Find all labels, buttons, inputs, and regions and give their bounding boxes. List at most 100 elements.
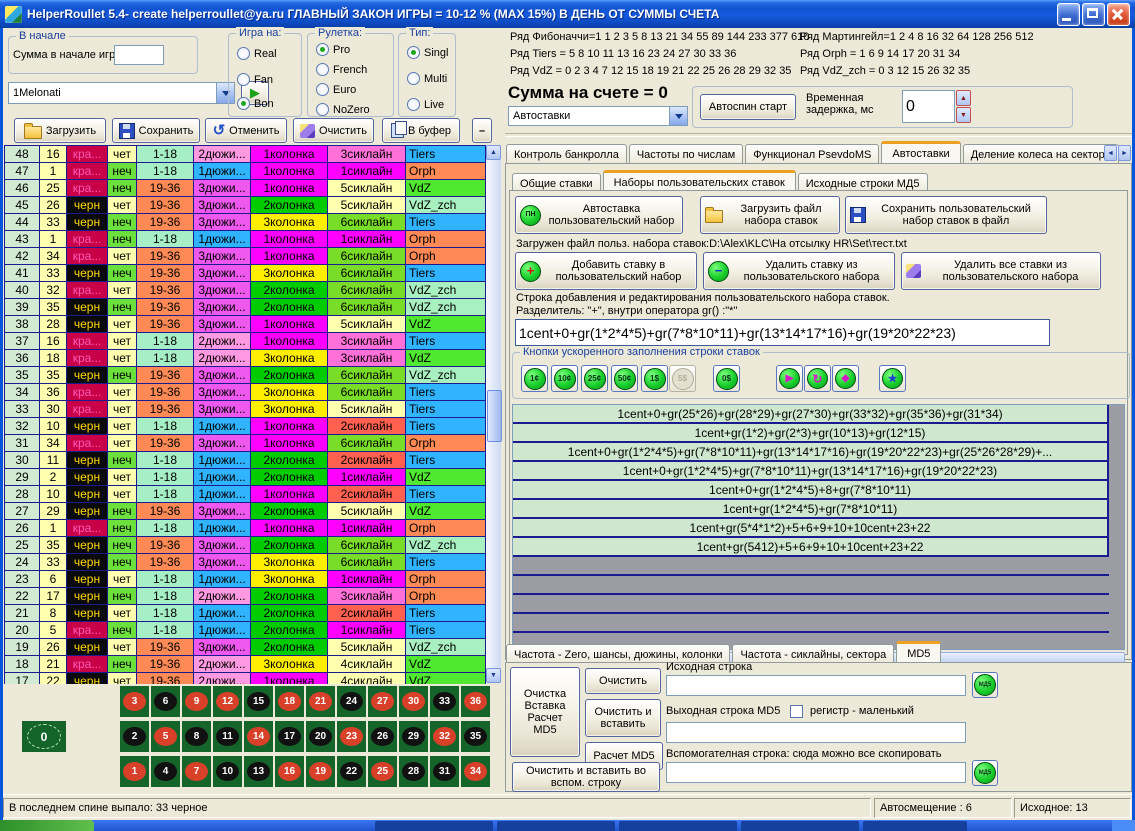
table-row[interactable]: 292чернчет1-181дюжи...2колонка1сиклайнVd… <box>5 469 487 486</box>
board-cell-20[interactable]: 20 <box>306 721 335 752</box>
tab-функционал-psevdoms[interactable]: Функционал PsevdoMS <box>745 144 879 164</box>
bet-list-item[interactable]: 1cent+gr(1*2*4*5)+gr(7*8*10*11) <box>513 500 1109 519</box>
remove-all-bets-button[interactable]: Удалить все ставки из пользовательского … <box>901 252 1101 290</box>
maximize-button[interactable] <box>1082 3 1105 26</box>
table-row[interactable]: 1722чернчет19-362дюжи...1колонка4сиклайн… <box>5 673 487 684</box>
board-cell-21[interactable]: 21 <box>306 686 335 717</box>
register-checkbox[interactable] <box>790 705 803 718</box>
autospin-start-button[interactable]: Автоспин старт <box>700 94 796 120</box>
board-cell-17[interactable]: 17 <box>275 721 304 752</box>
delay-spinner-value[interactable]: 0 <box>902 90 955 123</box>
scroll-down-icon[interactable]: ▼ <box>486 668 501 683</box>
chevron-down-icon[interactable] <box>669 107 687 125</box>
bet-list-item[interactable]: 1cent+gr(5412)+5+6+9+10+10cent+23+22 <box>513 538 1109 557</box>
board-cell-1[interactable]: 1 <box>120 756 149 787</box>
md5-source-input[interactable] <box>666 675 966 696</box>
board-cell-22[interactable]: 22 <box>337 756 366 787</box>
board-cell-3[interactable]: 3 <box>120 686 149 717</box>
radio-option-live[interactable]: Live <box>407 98 444 111</box>
toolbar-clear-button[interactable]: Очистить <box>293 118 374 143</box>
taskbar-button[interactable] <box>497 821 615 831</box>
spinner-down-icon[interactable]: ▼ <box>956 107 971 123</box>
start-button[interactable] <box>0 820 94 831</box>
taskbar-button[interactable] <box>863 821 967 831</box>
star-quick-button[interactable]: ★ <box>879 365 906 392</box>
board-cell-31[interactable]: 31 <box>430 756 459 787</box>
taskbar-button[interactable] <box>741 821 859 831</box>
table-row[interactable]: 4133черннеч19-363дюжи...3колонка6сиклайн… <box>5 265 487 282</box>
board-cell-15[interactable]: 15 <box>244 686 273 717</box>
autobet-combobox[interactable]: Автоставки <box>508 106 688 126</box>
save-set-file-button[interactable]: Сохранить пользовательский набор ставок … <box>845 196 1047 234</box>
table-row[interactable]: 3330кра...чет19-363дюжи...3колонка5сикла… <box>5 401 487 418</box>
tab-частоты-по-числам[interactable]: Частоты по числам <box>629 144 743 164</box>
table-row[interactable]: 236чернчет1-181дюжи...3колонка1сиклайнOr… <box>5 571 487 588</box>
table-row[interactable]: 3011черннеч1-181дюжи...2колонка2сиклайнT… <box>5 452 487 469</box>
history-scrollbar[interactable]: ▲ ▼ <box>486 145 501 683</box>
table-row[interactable]: 4234кра...чет19-363дюжи...1колонка6сикла… <box>5 248 487 265</box>
table-row[interactable]: 431кра...неч1-181дюжи...1колонка1сиклайн… <box>5 231 487 248</box>
board-cell-7[interactable]: 7 <box>182 756 211 787</box>
board-cell-24[interactable]: 24 <box>337 686 366 717</box>
board-cell-11[interactable]: 11 <box>213 721 242 752</box>
radio-option-real[interactable]: Real <box>237 47 277 60</box>
radio-option-pro[interactable]: Pro <box>316 43 350 56</box>
radio-option-french[interactable]: French <box>316 63 367 76</box>
quick-bet-0d-button[interactable]: 0$ <box>713 365 740 392</box>
bet-list-item[interactable]: 1cent+0+gr(25*26)+gr(28*29)+gr(27*30)+gr… <box>513 405 1109 424</box>
table-row[interactable]: 3436кра...чет19-363дюжи...3колонка6сикла… <box>5 384 487 401</box>
scroll-up-icon[interactable]: ▲ <box>486 145 501 160</box>
remove-bet-button[interactable]: −Удалить ставку из пользовательского наб… <box>703 252 895 290</box>
toolbar-copy-button[interactable]: В буфер <box>382 118 460 143</box>
table-row[interactable]: 3134кра...чет19-363дюжи...1колонка6сикла… <box>5 435 487 452</box>
board-cell-16[interactable]: 16 <box>275 756 304 787</box>
md5-calc-source-button[interactable]: МД5 <box>972 672 998 698</box>
tab-scroll-left-icon[interactable]: ◄ <box>1104 145 1117 161</box>
board-cell-27[interactable]: 27 <box>368 686 397 717</box>
radio-option-singl[interactable]: Singl <box>407 46 448 59</box>
board-cell-8[interactable]: 8 <box>182 721 211 752</box>
table-row[interactable]: 1926чернчет19-363дюжи...2колонка5сиклайн… <box>5 639 487 656</box>
radio-option-nozero[interactable]: NoZero <box>316 103 370 116</box>
taskbar-button[interactable] <box>619 821 737 831</box>
table-row[interactable]: 3716кра...чет1-182дюжи...1колонка3сиклай… <box>5 333 487 350</box>
board-cell-19[interactable]: 19 <box>306 756 335 787</box>
quick-bet-1c-button[interactable]: 1¢ <box>521 365 548 392</box>
close-button[interactable] <box>1107 3 1130 26</box>
bet-list-item[interactable]: 1cent+0+gr(1*2*4*5)+gr(7*8*10*11)+gr(13*… <box>513 462 1109 481</box>
table-row[interactable]: 4625кра...неч19-363дюжи...1колонка5сикла… <box>5 180 487 197</box>
tab-деление-колеса-на-сектора[interactable]: Деление колеса на сектора <box>963 144 1119 164</box>
board-cell-13[interactable]: 13 <box>244 756 273 787</box>
board-cell-29[interactable]: 29 <box>399 721 428 752</box>
autobet-user-set-button[interactable]: ПНАвтоставка пользовательский набор <box>515 196 683 234</box>
board-cell-35[interactable]: 35 <box>461 721 490 752</box>
play-quick-button[interactable]: ▶ <box>776 365 803 392</box>
taskbar-button[interactable] <box>375 821 493 831</box>
board-cell-26[interactable]: 26 <box>368 721 397 752</box>
md5-aux-input[interactable] <box>666 762 966 783</box>
quick-bet-10c-button[interactable]: 10¢ <box>551 365 578 392</box>
toolbar-undo-button[interactable]: ↺Отменить <box>205 118 287 143</box>
board-cell-18[interactable]: 18 <box>275 686 304 717</box>
quick-bet-1d-button[interactable]: 1$ <box>641 365 668 392</box>
table-row[interactable]: 4433черннеч19-363дюжи...3колонка6сиклайн… <box>5 214 487 231</box>
table-row[interactable]: 2535черннеч19-363дюжи...2колонка6сиклайн… <box>5 537 487 554</box>
board-cell-14[interactable]: 14 <box>244 721 273 752</box>
table-row[interactable]: 4816кра...чет1-182дюжи...1колонка3сиклай… <box>5 146 487 163</box>
spinner-up-icon[interactable]: ▲ <box>956 90 971 106</box>
table-row[interactable]: 2433черннеч19-363дюжи...3колонка6сиклайн… <box>5 554 487 571</box>
tab-контроль-банкролла[interactable]: Контроль банкролла <box>506 144 627 164</box>
md5-output-input[interactable] <box>666 722 966 743</box>
md5-clear-paste-calc-button[interactable]: Очистка Вставка Расчет MD5 <box>510 667 580 757</box>
table-row[interactable]: 3828чернчет19-363дюжи...1колонка5сиклайн… <box>5 316 487 333</box>
table-row[interactable]: 4032кра...чет19-363дюжи...2колонка6сикла… <box>5 282 487 299</box>
table-row[interactable]: 471кра...неч1-181дюжи...1колонка1сиклайн… <box>5 163 487 180</box>
table-row[interactable]: 2217черннеч1-182дюжи...2колонка3сиклайнO… <box>5 588 487 605</box>
scrollbar-thumb[interactable] <box>487 390 502 442</box>
table-row[interactable]: 261кра...неч1-181дюжи...1колонка1сиклайн… <box>5 520 487 537</box>
md5-clear-button[interactable]: Очистить <box>585 668 661 694</box>
table-row[interactable]: 3535черннеч19-363дюжи...2колонка6сиклайн… <box>5 367 487 384</box>
radio-option-euro[interactable]: Euro <box>316 83 356 96</box>
board-cell-32[interactable]: 32 <box>430 721 459 752</box>
table-row[interactable]: 3618кра...чет1-182дюжи...3колонка3сиклай… <box>5 350 487 367</box>
